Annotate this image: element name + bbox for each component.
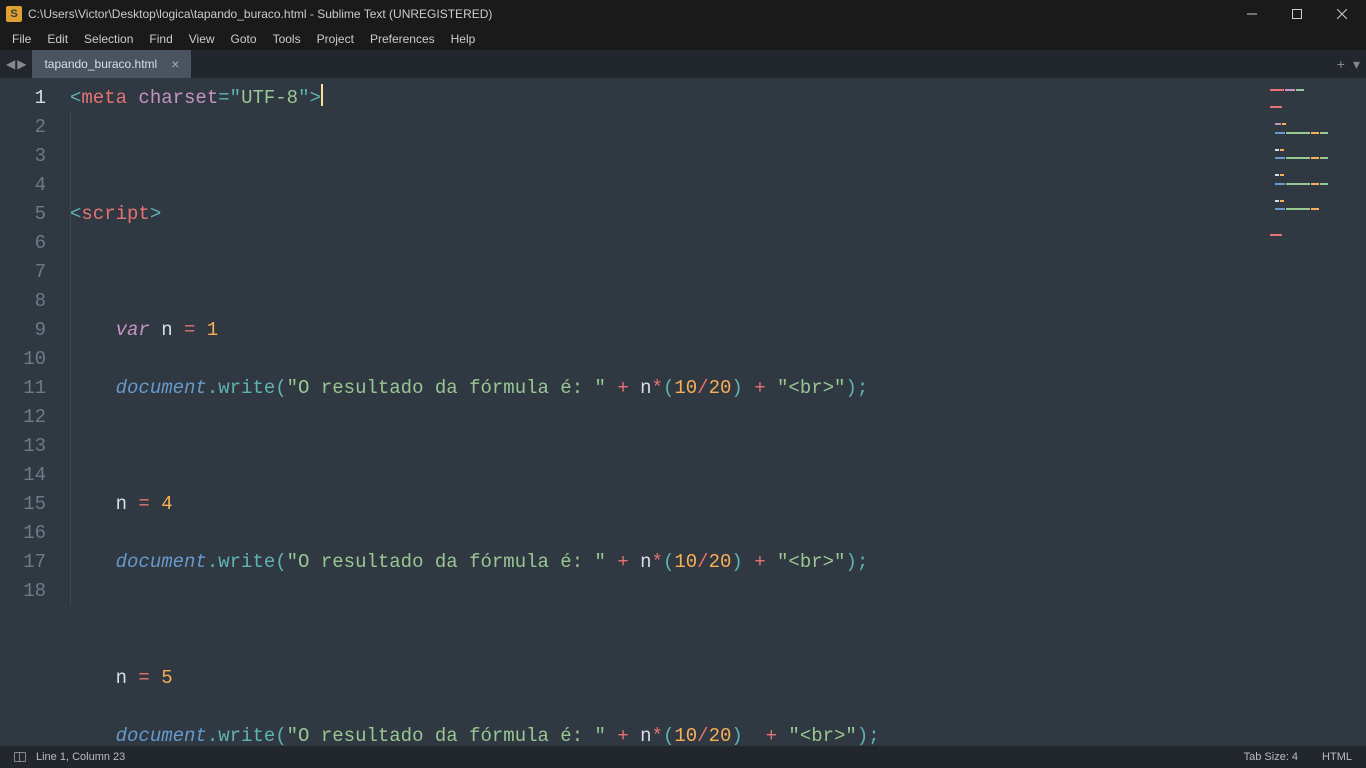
tab-bar: ◀ ▶ tapando_buraco.html × + ▾ — [0, 50, 1366, 78]
nav-forward-icon[interactable]: ▶ — [17, 57, 26, 71]
window-title: C:\Users\Victor\Desktop\logica\tapando_b… — [28, 7, 492, 21]
panel-toggle-icon[interactable] — [14, 752, 26, 762]
menu-help[interactable]: Help — [443, 32, 484, 46]
tab-label: tapando_buraco.html — [44, 57, 157, 71]
menu-project[interactable]: Project — [309, 32, 362, 46]
code-area[interactable]: <meta charset="UTF-8"> <script> var n = … — [60, 78, 1266, 746]
menu-find[interactable]: Find — [141, 32, 180, 46]
maximize-button[interactable] — [1274, 0, 1319, 28]
minimap[interactable] — [1266, 78, 1366, 746]
menu-view[interactable]: View — [181, 32, 223, 46]
new-tab-button[interactable]: + — [1337, 56, 1345, 72]
status-syntax[interactable]: HTML — [1322, 751, 1352, 763]
menu-selection[interactable]: Selection — [76, 32, 141, 46]
close-button[interactable] — [1319, 0, 1364, 28]
line-number-gutter: 1 2 3 4 5 6 7 8 9 10 11 12 13 14 15 16 1… — [0, 78, 60, 746]
menu-tools[interactable]: Tools — [265, 32, 309, 46]
menu-goto[interactable]: Goto — [223, 32, 265, 46]
app-icon: S — [6, 6, 22, 22]
window-titlebar: S C:\Users\Victor\Desktop\logica\tapando… — [0, 0, 1366, 28]
menu-edit[interactable]: Edit — [39, 32, 76, 46]
minimize-button[interactable] — [1229, 0, 1274, 28]
tab-close-icon[interactable]: × — [171, 56, 179, 72]
editor[interactable]: 1 2 3 4 5 6 7 8 9 10 11 12 13 14 15 16 1… — [0, 78, 1366, 746]
text-cursor — [321, 84, 323, 106]
nav-back-icon[interactable]: ◀ — [6, 57, 15, 71]
menu-preferences[interactable]: Preferences — [362, 32, 443, 46]
tab-active[interactable]: tapando_buraco.html × — [32, 50, 191, 78]
tab-list-dropdown-icon[interactable]: ▾ — [1353, 56, 1360, 73]
menu-file[interactable]: File — [4, 32, 39, 46]
menu-bar: File Edit Selection Find View Goto Tools… — [0, 28, 1366, 50]
